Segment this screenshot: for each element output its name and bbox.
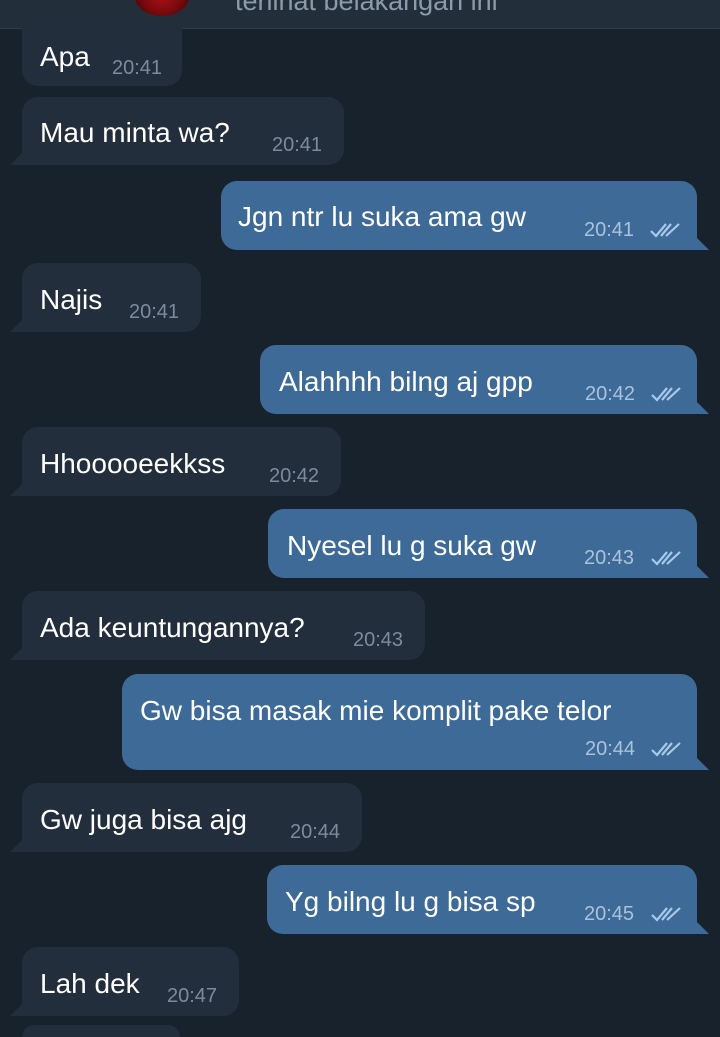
message-text: Hhooooeekkss — [40, 448, 226, 479]
message-bubble-incoming[interactable]: Gw juga bisa ajg 20:44 — [22, 783, 362, 852]
bubble-tail — [697, 238, 709, 250]
message-bubble-incoming[interactable]: Ada keuntungannya? 20:43 — [22, 591, 425, 660]
read-ticks-icon — [651, 551, 681, 566]
bubble-tail — [10, 648, 22, 660]
message-time: 20:45 — [584, 903, 635, 925]
message-time: 20:41 — [272, 134, 323, 156]
message-time: 20:43 — [584, 547, 635, 569]
message-text: Lah dek — [40, 968, 140, 999]
bubble-tail — [697, 922, 709, 934]
read-ticks-icon — [651, 387, 681, 402]
message-text: Mau minta wa? — [40, 117, 230, 148]
message-bubble-outgoing[interactable]: Alahhhh bilng aj gpp 20:42 — [260, 345, 697, 414]
message-text: Najis — [40, 284, 103, 315]
bubble-tail — [10, 840, 22, 852]
message-text: Alahhhh bilng aj gpp — [279, 366, 533, 397]
message-time: 20:47 — [167, 985, 218, 1007]
message-time: 20:41 — [584, 219, 635, 241]
bubble-tail — [10, 1004, 22, 1016]
message-time: 20:43 — [353, 629, 404, 651]
message-bubble-outgoing[interactable]: Yg bilng lu g bisa sp 20:45 — [267, 865, 697, 934]
message-list[interactable]: Apa 20:41 Mau minta wa? 20:41 Jgn ntr lu… — [0, 0, 720, 1037]
message-text: Gw bisa masak mie komplit pake telor — [140, 695, 612, 726]
bubble-tail — [697, 758, 709, 770]
message-text: Ada keuntungannya? — [40, 612, 305, 643]
read-ticks-icon — [651, 742, 681, 757]
message-bubble-incoming-partial[interactable] — [22, 1025, 180, 1037]
bubble-tail — [697, 402, 709, 414]
message-bubble-incoming[interactable]: Apa 20:41 — [22, 28, 182, 86]
message-text: Nyesel lu g suka gw — [287, 530, 537, 561]
message-bubble-incoming[interactable]: Najis 20:41 — [22, 263, 201, 332]
message-time: 20:42 — [585, 383, 636, 405]
message-text: Gw juga bisa ajg — [40, 804, 248, 835]
bubble-tail — [10, 153, 22, 165]
message-text: Jgn ntr lu suka ama gw — [238, 201, 526, 232]
message-bubble-incoming[interactable]: Lah dek 20:47 — [22, 947, 239, 1016]
bubble-tail — [10, 484, 22, 496]
message-bubble-incoming[interactable]: Mau minta wa? 20:41 — [22, 97, 344, 165]
message-time: 20:42 — [269, 465, 320, 487]
read-ticks-icon — [651, 907, 681, 922]
message-time: 20:41 — [112, 57, 163, 79]
message-bubble-incoming[interactable]: Hhooooeekkss 20:42 — [22, 427, 341, 496]
message-time: 20:41 — [129, 301, 180, 323]
message-time: 20:44 — [290, 821, 341, 843]
bubble-tail — [697, 566, 709, 578]
message-time: 20:44 — [585, 738, 636, 760]
message-text: Apa — [40, 41, 90, 72]
message-bubble-outgoing[interactable]: Nyesel lu g suka gw 20:43 — [268, 509, 697, 578]
message-bubble-outgoing[interactable]: Gw bisa masak mie komplit pake telor 20:… — [122, 674, 697, 770]
message-text: Yg bilng lu g bisa sp — [285, 886, 536, 917]
bubble-tail — [10, 320, 22, 332]
message-bubble-outgoing[interactable]: Jgn ntr lu suka ama gw 20:41 — [221, 181, 697, 250]
read-ticks-icon — [650, 223, 680, 238]
